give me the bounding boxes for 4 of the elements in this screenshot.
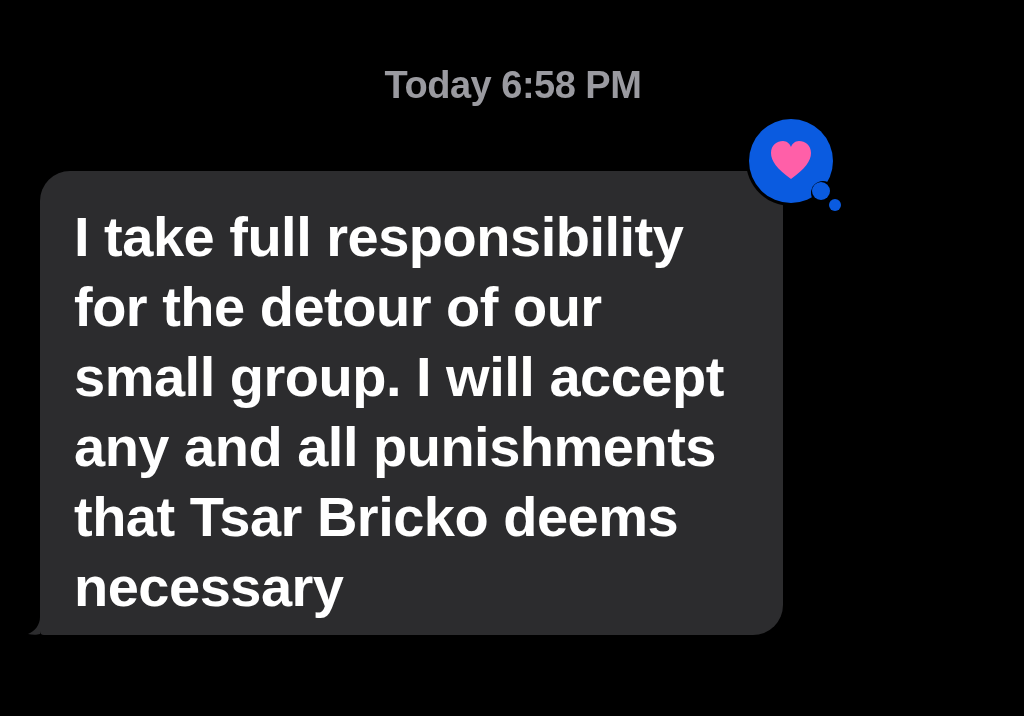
timestamp: Today 6:58 PM	[383, 63, 643, 107]
bubble-tail-icon	[28, 617, 40, 635]
message-text: I take full responsibility for the detour of our small group. I will accept any and all punishments that Tsar Bricko deems necessary	[74, 204, 725, 620]
message-bubble[interactable]: I take full responsibility for the detour of our small group. I will accept any and all punishments that Tsar Bricko deems necessary	[40, 171, 783, 635]
